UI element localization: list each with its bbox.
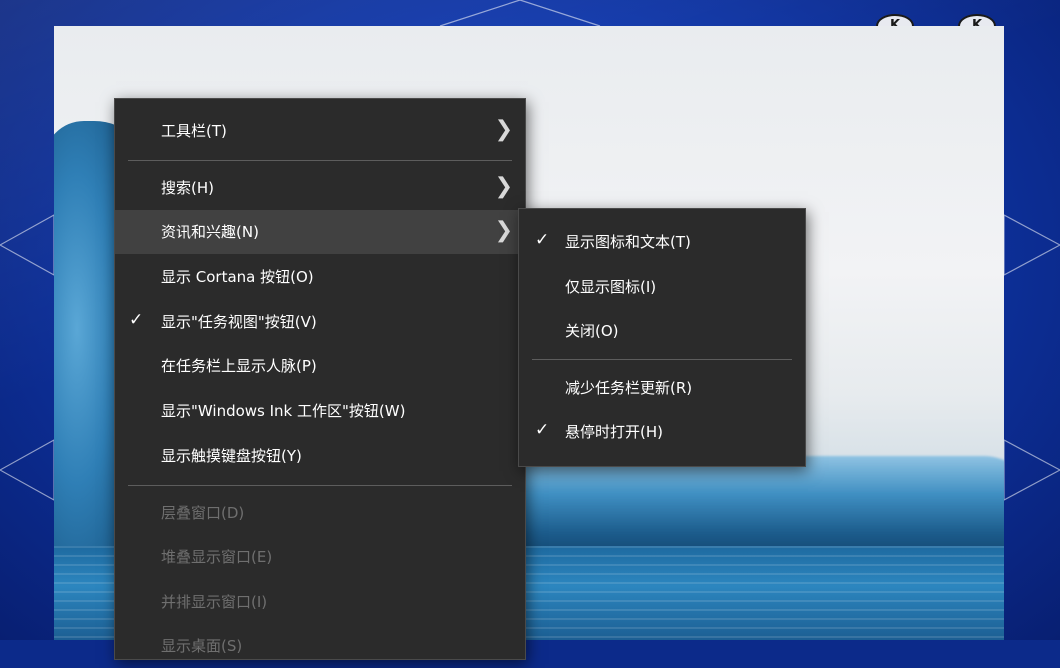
- menu-item-label: 搜索(H): [161, 179, 214, 197]
- submenu-item-label: 减少任务栏更新(R): [565, 379, 693, 397]
- menu-item-label: 并排显示窗口(I): [161, 593, 268, 611]
- submenu-item-label: 显示图标和文本(T): [565, 233, 691, 251]
- chevron-right-icon: ❯: [494, 174, 513, 199]
- menu-item-show-windows-ink[interactable]: 显示"Windows Ink 工作区"按钮(W): [115, 389, 525, 433]
- menu-item-label: 在任务栏上显示人脉(P): [161, 357, 317, 375]
- menu-item-news-interests[interactable]: 资讯和兴趣(N) ❯: [115, 210, 525, 254]
- menu-item-show-touch-keyboard[interactable]: 显示触摸键盘按钮(Y): [115, 434, 525, 478]
- checkmark-icon: ✓: [129, 310, 144, 330]
- menu-item-show-cortana[interactable]: 显示 Cortana 按钮(O): [115, 255, 525, 299]
- menu-item-label: 层叠窗口(D): [161, 504, 245, 522]
- submenu-item-turn-off[interactable]: 关闭(O): [519, 309, 805, 353]
- chevron-right-icon: ❯: [494, 218, 513, 243]
- news-interests-submenu: ✓ 显示图标和文本(T) 仅显示图标(I) 关闭(O) 减少任务栏更新(R) ✓…: [518, 208, 806, 467]
- menu-item-label: 堆叠显示窗口(E): [161, 548, 273, 566]
- menu-item-stack-windows: 堆叠显示窗口(E): [115, 535, 525, 579]
- menu-item-show-task-view[interactable]: ✓ 显示"任务视图"按钮(V): [115, 300, 525, 344]
- menu-item-cascade-windows: 层叠窗口(D): [115, 491, 525, 535]
- submenu-item-show-icon-only[interactable]: 仅显示图标(I): [519, 265, 805, 309]
- submenu-item-label: 仅显示图标(I): [565, 278, 657, 296]
- menu-item-label: 显示桌面(S): [161, 637, 243, 655]
- checkmark-icon: ✓: [535, 230, 550, 250]
- menu-separator: [532, 359, 792, 360]
- menu-item-label: 显示触摸键盘按钮(Y): [161, 447, 302, 465]
- menu-item-label: 显示"任务视图"按钮(V): [161, 313, 317, 331]
- submenu-item-show-icon-text[interactable]: ✓ 显示图标和文本(T): [519, 220, 805, 264]
- chevron-right-icon: ❯: [494, 117, 513, 142]
- menu-item-label: 资讯和兴趣(N): [161, 223, 259, 241]
- submenu-item-reduce-updates[interactable]: 减少任务栏更新(R): [519, 366, 805, 410]
- menu-item-show-desktop: 显示桌面(S): [115, 624, 525, 668]
- menu-item-label: 显示 Cortana 按钮(O): [161, 268, 314, 286]
- menu-item-side-by-side-windows: 并排显示窗口(I): [115, 580, 525, 624]
- menu-item-label: 工具栏(T): [161, 122, 227, 140]
- taskbar-context-menu: 工具栏(T) ❯ 搜索(H) ❯ 资讯和兴趣(N) ❯ 显示 Cortana 按…: [114, 98, 526, 660]
- menu-item-label: 显示"Windows Ink 工作区"按钮(W): [161, 402, 406, 420]
- menu-item-search[interactable]: 搜索(H) ❯: [115, 166, 525, 210]
- submenu-item-label: 悬停时打开(H): [565, 423, 663, 441]
- checkmark-icon: ✓: [535, 420, 550, 440]
- menu-item-show-people[interactable]: 在任务栏上显示人脉(P): [115, 344, 525, 388]
- menu-item-toolbar[interactable]: 工具栏(T) ❯: [115, 109, 525, 153]
- submenu-item-open-on-hover[interactable]: ✓ 悬停时打开(H): [519, 410, 805, 454]
- menu-separator: [128, 160, 512, 161]
- menu-separator: [128, 485, 512, 486]
- submenu-item-label: 关闭(O): [565, 322, 619, 340]
